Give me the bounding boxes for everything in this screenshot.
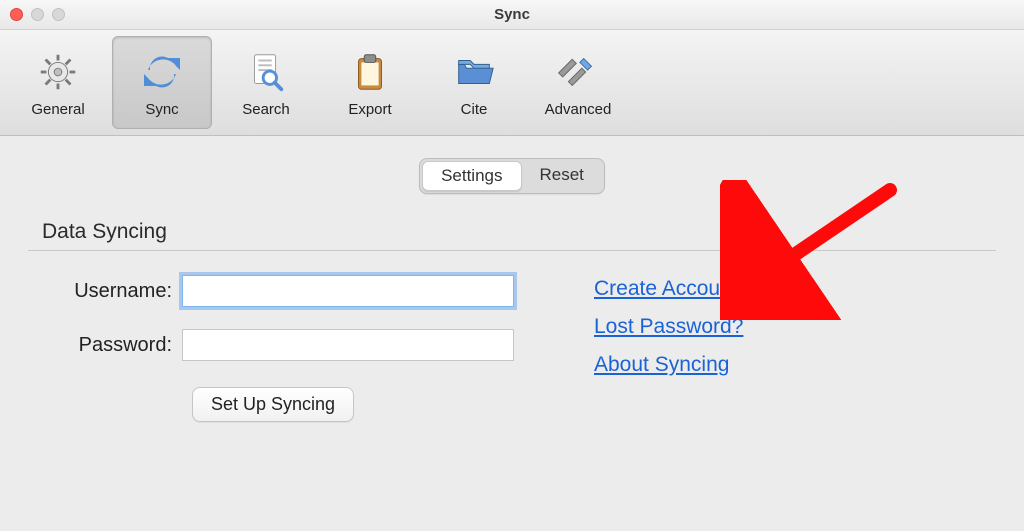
tab-advanced[interactable]: Advanced bbox=[528, 36, 628, 129]
tab-export[interactable]: Export bbox=[320, 36, 420, 129]
tab-advanced-label: Advanced bbox=[545, 101, 612, 118]
tools-icon bbox=[554, 48, 602, 96]
section-title: Data Syncing bbox=[28, 220, 996, 250]
data-syncing-panel: Data Syncing Username: Password: Set Up … bbox=[28, 220, 996, 422]
create-account-link[interactable]: Create Account bbox=[594, 277, 743, 301]
tab-search[interactable]: Search bbox=[216, 36, 316, 129]
tab-sync-label: Sync bbox=[145, 101, 178, 118]
tab-cite-label: Cite bbox=[461, 101, 488, 118]
section-divider bbox=[28, 250, 996, 251]
subtab-settings[interactable]: Settings bbox=[422, 161, 521, 191]
tab-cite[interactable]: Cite bbox=[424, 36, 524, 129]
set-up-syncing-button[interactable]: Set Up Syncing bbox=[192, 387, 354, 422]
password-input[interactable] bbox=[182, 329, 514, 361]
subtab-reset[interactable]: Reset bbox=[522, 161, 602, 191]
tab-search-label: Search bbox=[242, 101, 290, 118]
clipboard-icon bbox=[346, 48, 394, 96]
tab-general[interactable]: General bbox=[8, 36, 108, 129]
about-syncing-link[interactable]: About Syncing bbox=[594, 353, 743, 377]
folder-open-icon bbox=[450, 48, 498, 96]
username-label: Username: bbox=[42, 280, 182, 303]
close-window-button[interactable] bbox=[10, 8, 23, 21]
subtabs-segmented-control: Settings Reset bbox=[419, 158, 605, 194]
preferences-toolbar: General Sync Search bbox=[0, 30, 1024, 136]
tab-general-label: General bbox=[31, 101, 84, 118]
zoom-window-button[interactable] bbox=[52, 8, 65, 21]
tab-export-label: Export bbox=[348, 101, 391, 118]
lost-password-link[interactable]: Lost Password? bbox=[594, 315, 743, 339]
minimize-window-button[interactable] bbox=[31, 8, 44, 21]
window-titlebar: Sync bbox=[0, 0, 1024, 30]
password-label: Password: bbox=[42, 334, 182, 357]
window-title: Sync bbox=[494, 6, 530, 23]
document-search-icon bbox=[242, 48, 290, 96]
window-traffic-lights bbox=[10, 8, 65, 21]
tab-sync[interactable]: Sync bbox=[112, 36, 212, 129]
gear-icon bbox=[34, 48, 82, 96]
username-input[interactable] bbox=[182, 275, 514, 307]
sync-arrows-icon bbox=[138, 48, 186, 96]
